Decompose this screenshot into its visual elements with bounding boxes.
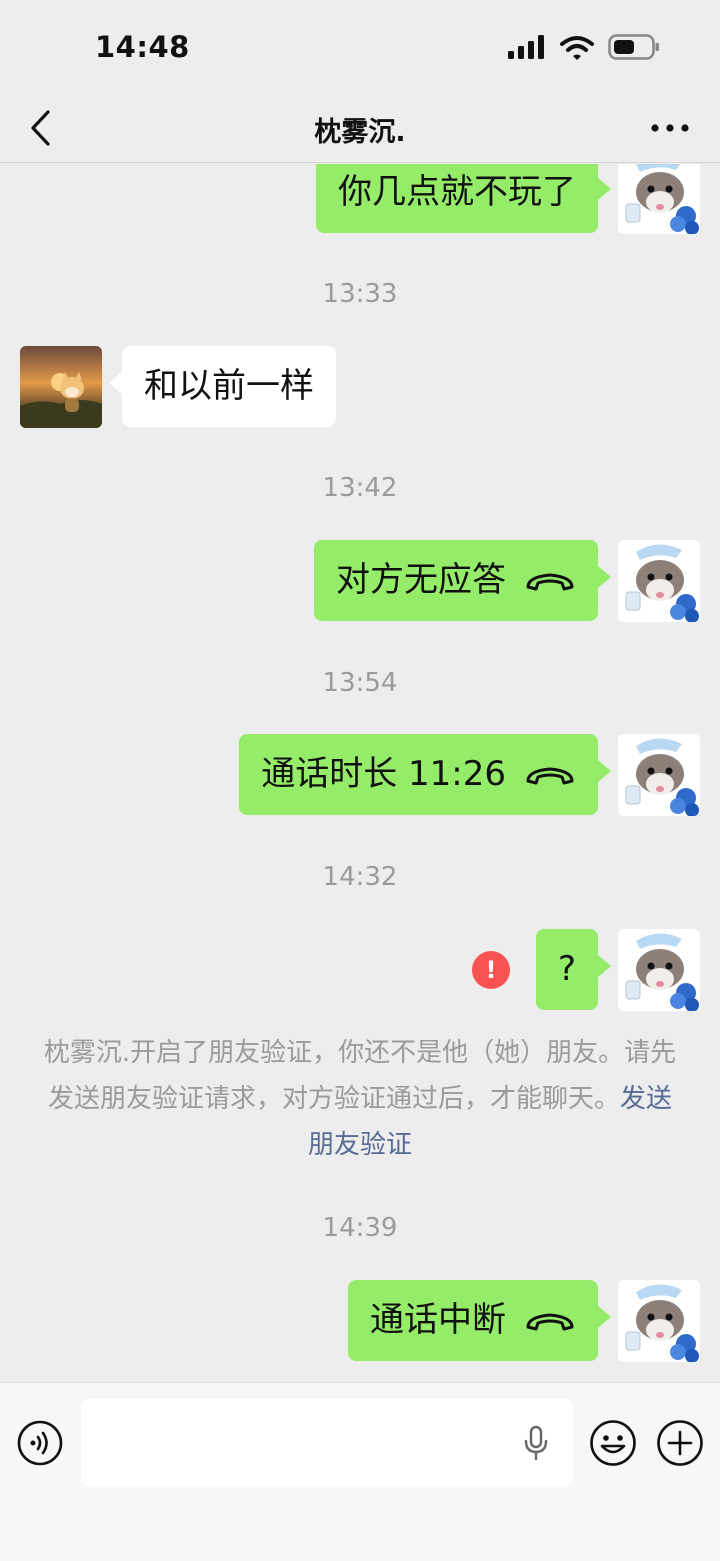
shiba-avatar-image bbox=[20, 346, 102, 428]
status-icons bbox=[508, 34, 660, 60]
call-record-bubble[interactable]: 对方无应答 bbox=[314, 540, 611, 621]
message-text: 和以前一样 bbox=[144, 366, 314, 406]
message-bubble[interactable]: 和以前一样 bbox=[109, 346, 336, 427]
emoji-button[interactable] bbox=[589, 1419, 637, 1467]
phone-hangup-icon bbox=[524, 763, 576, 787]
plus-icon bbox=[657, 1420, 703, 1466]
message-list[interactable]: 你几点就不玩了 13:33 和以前一样 13:42 对方无应答 13:54 通话… bbox=[0, 164, 720, 1382]
status-time: 14:48 bbox=[95, 30, 190, 64]
input-bar bbox=[0, 1382, 720, 1561]
call-record-bubble[interactable]: 通话中断 bbox=[348, 1280, 611, 1361]
avatar[interactable] bbox=[618, 164, 700, 234]
more-dots-icon bbox=[651, 124, 689, 132]
battery-icon bbox=[608, 34, 659, 60]
avatar[interactable] bbox=[618, 734, 700, 816]
call-record-bubble[interactable]: 通话时长 11:26 bbox=[239, 734, 611, 815]
microphone-icon bbox=[524, 1425, 548, 1461]
timestamp: 13:33 bbox=[322, 279, 398, 309]
microphone-button[interactable] bbox=[523, 1425, 549, 1461]
voice-mode-button[interactable] bbox=[17, 1420, 63, 1466]
cat-avatar-image bbox=[618, 164, 700, 234]
timestamp: 13:42 bbox=[322, 473, 398, 503]
contact-avatar[interactable] bbox=[20, 346, 102, 428]
avatar[interactable] bbox=[618, 929, 700, 1011]
status-bar: 14:48 bbox=[0, 0, 720, 96]
send-failed-icon[interactable]: ! bbox=[472, 951, 510, 989]
timestamp: 14:39 bbox=[322, 1213, 398, 1243]
chat-title: 枕雾沉. bbox=[314, 117, 406, 148]
wifi-icon bbox=[560, 35, 594, 60]
message-text: 通话中断 bbox=[370, 1300, 506, 1340]
cat-avatar-image bbox=[618, 734, 700, 816]
timestamp: 14:32 bbox=[322, 862, 398, 892]
avatar[interactable] bbox=[618, 540, 700, 622]
message-text: 通话时长 11:26 bbox=[261, 754, 506, 794]
notice-text: 枕雾沉.开启了朋友验证，你还不是他（她）朋友。请先发送朋友验证请求，对方验证通过… bbox=[43, 1038, 677, 1114]
friend-verification-notice: 枕雾沉.开启了朋友验证，你还不是他（她）朋友。请先发送朋友验证请求，对方验证通过… bbox=[40, 1030, 680, 1168]
message-input[interactable] bbox=[81, 1399, 573, 1486]
message-text: ? bbox=[557, 949, 576, 989]
message-text: 你几点就不玩了 bbox=[338, 172, 576, 212]
cat-avatar-image bbox=[618, 540, 700, 622]
phone-hangup-icon bbox=[524, 1309, 576, 1333]
phone-hangup-icon bbox=[524, 569, 576, 593]
message-bubble[interactable]: ? bbox=[535, 929, 612, 1010]
more-button[interactable] bbox=[648, 108, 692, 148]
nav-bar: 枕雾沉. bbox=[0, 96, 720, 163]
message-bubble[interactable]: 你几点就不玩了 bbox=[316, 164, 611, 233]
cat-avatar-image bbox=[618, 929, 700, 1011]
avatar[interactable] bbox=[618, 1280, 700, 1362]
signal-icon bbox=[508, 35, 544, 59]
emoji-icon bbox=[590, 1420, 636, 1466]
more-actions-button[interactable] bbox=[656, 1419, 704, 1467]
message-text: 对方无应答 bbox=[336, 560, 506, 600]
timestamp: 13:54 bbox=[322, 668, 398, 698]
voice-mode-icon bbox=[17, 1420, 63, 1466]
cat-avatar-image bbox=[618, 1280, 700, 1362]
chat-screen: 14:48 枕雾沉. 你几点就不玩了 13:33 和以前一样 13:42 对方无… bbox=[0, 0, 720, 1561]
